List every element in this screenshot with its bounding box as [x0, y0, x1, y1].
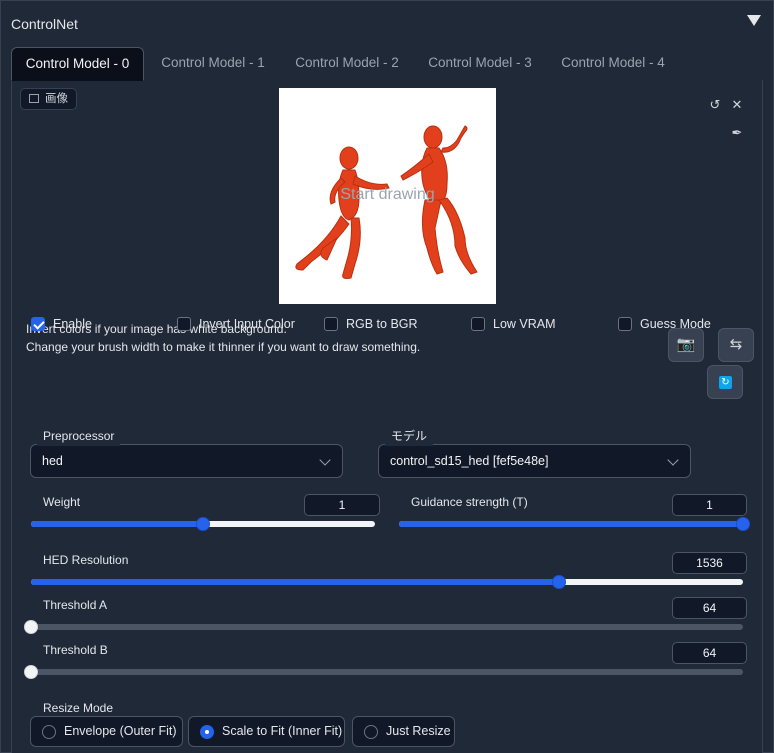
rgb-label: RGB to BGR [346, 317, 418, 331]
radio-dot [42, 725, 56, 739]
threshold-a-input[interactable]: 64 [672, 597, 747, 619]
tab-control-model-1[interactable]: Control Model - 1 [151, 47, 275, 81]
guidance-slider-fill [399, 521, 743, 527]
preprocessor-value: hed [42, 454, 63, 468]
image-label-text: 画像 [45, 93, 68, 105]
threshold-a-slider[interactable] [24, 620, 743, 634]
guess-checkbox-box[interactable] [618, 317, 632, 331]
resize-mode-label: Resize Mode [37, 698, 120, 718]
swap-icon: ⇆ [729, 336, 743, 353]
hed-resolution-input[interactable]: 1536 [672, 552, 747, 574]
invert-label: Invert Input Color [199, 317, 295, 331]
camera-icon: 📷 [676, 336, 696, 353]
guidance-label: Guidance strength (T) [405, 492, 534, 512]
threshold-b-slider[interactable] [24, 665, 743, 679]
tab-content: 画像 Start drawing ↺ ✕ ✒ Invert colors if … [11, 80, 763, 753]
weight-slider[interactable] [31, 517, 375, 531]
low-vram-checkbox-box[interactable] [471, 317, 485, 331]
radio-label: Just Resize [386, 724, 451, 738]
swap-button[interactable]: ⇆ [718, 328, 754, 362]
weight-slider-fill [31, 521, 203, 527]
hed-resolution-slider-fill [31, 579, 560, 585]
enable-checkbox-box[interactable] [31, 317, 45, 331]
threshold-b-slider-thumb[interactable] [24, 665, 38, 679]
model-select[interactable]: control_sd15_hed [fef5e48e] [378, 444, 691, 478]
radio-label: Scale to Fit (Inner Fit) [222, 724, 343, 738]
drawing-canvas[interactable]: Start drawing [279, 88, 496, 304]
weight-input[interactable]: 1 [304, 494, 380, 516]
invert-checkbox-box[interactable] [177, 317, 191, 331]
tab-bar: Control Model - 0 Control Model - 1 Cont… [11, 47, 763, 81]
camera-button[interactable]: 📷 [668, 328, 704, 362]
enable-label: Enable [53, 317, 92, 331]
radio-scale-to-fit[interactable]: Scale to Fit (Inner Fit) [188, 716, 345, 747]
threshold-a-label: Threshold A [37, 595, 114, 615]
guidance-slider-thumb[interactable] [736, 517, 750, 531]
guidance-input[interactable]: 1 [672, 494, 747, 516]
tab-control-model-3[interactable]: Control Model - 3 [418, 47, 542, 81]
radio-envelope-outer-fit[interactable]: Envelope (Outer Fit) [30, 716, 183, 747]
chevron-down-icon [667, 454, 679, 466]
hed-resolution-slider[interactable] [31, 575, 743, 589]
triangle-down-icon[interactable] [747, 15, 761, 26]
radio-dot [364, 725, 378, 739]
weight-slider-thumb[interactable] [196, 517, 210, 531]
image-label: 画像 [20, 88, 77, 110]
canvas-placeholder: Start drawing [340, 186, 435, 203]
hint-line-2: Change your brush width to make it thinn… [26, 340, 421, 354]
tab-control-model-0[interactable]: Control Model - 0 [11, 47, 144, 81]
guidance-slider[interactable] [399, 517, 750, 531]
tab-control-model-4[interactable]: Control Model - 4 [551, 47, 675, 81]
panel-title: ControlNet [11, 16, 78, 32]
model-value: control_sd15_hed [fef5e48e] [390, 454, 549, 468]
threshold-b-label: Threshold B [37, 640, 114, 660]
guess-label: Guess Mode [640, 317, 711, 331]
radio-dot [200, 725, 214, 739]
close-icon[interactable]: ✕ [728, 96, 746, 114]
low-vram-label: Low VRAM [493, 317, 556, 331]
undo-icon[interactable]: ↺ [706, 96, 724, 114]
refresh-icon: ↻ [719, 376, 732, 389]
hed-resolution-label: HED Resolution [37, 550, 135, 570]
brush-icon[interactable]: ✒ [728, 124, 746, 142]
threshold-b-input[interactable]: 64 [672, 642, 747, 664]
preprocessor-select[interactable]: hed [30, 444, 343, 478]
preprocessor-label: Preprocessor [37, 426, 121, 446]
refresh-models-button[interactable]: ↻ [707, 365, 743, 399]
chevron-down-icon [319, 454, 331, 466]
image-icon [29, 94, 39, 103]
weight-label: Weight [37, 492, 87, 512]
tab-control-model-2[interactable]: Control Model - 2 [285, 47, 409, 81]
radio-label: Envelope (Outer Fit) [64, 724, 177, 738]
model-label: モデル [385, 426, 434, 446]
controlnet-panel: ControlNet Control Model - 0 Control Mod… [0, 0, 774, 753]
rgb-checkbox-box[interactable] [324, 317, 338, 331]
radio-just-resize[interactable]: Just Resize [352, 716, 455, 747]
threshold-a-slider-thumb[interactable] [24, 620, 38, 634]
